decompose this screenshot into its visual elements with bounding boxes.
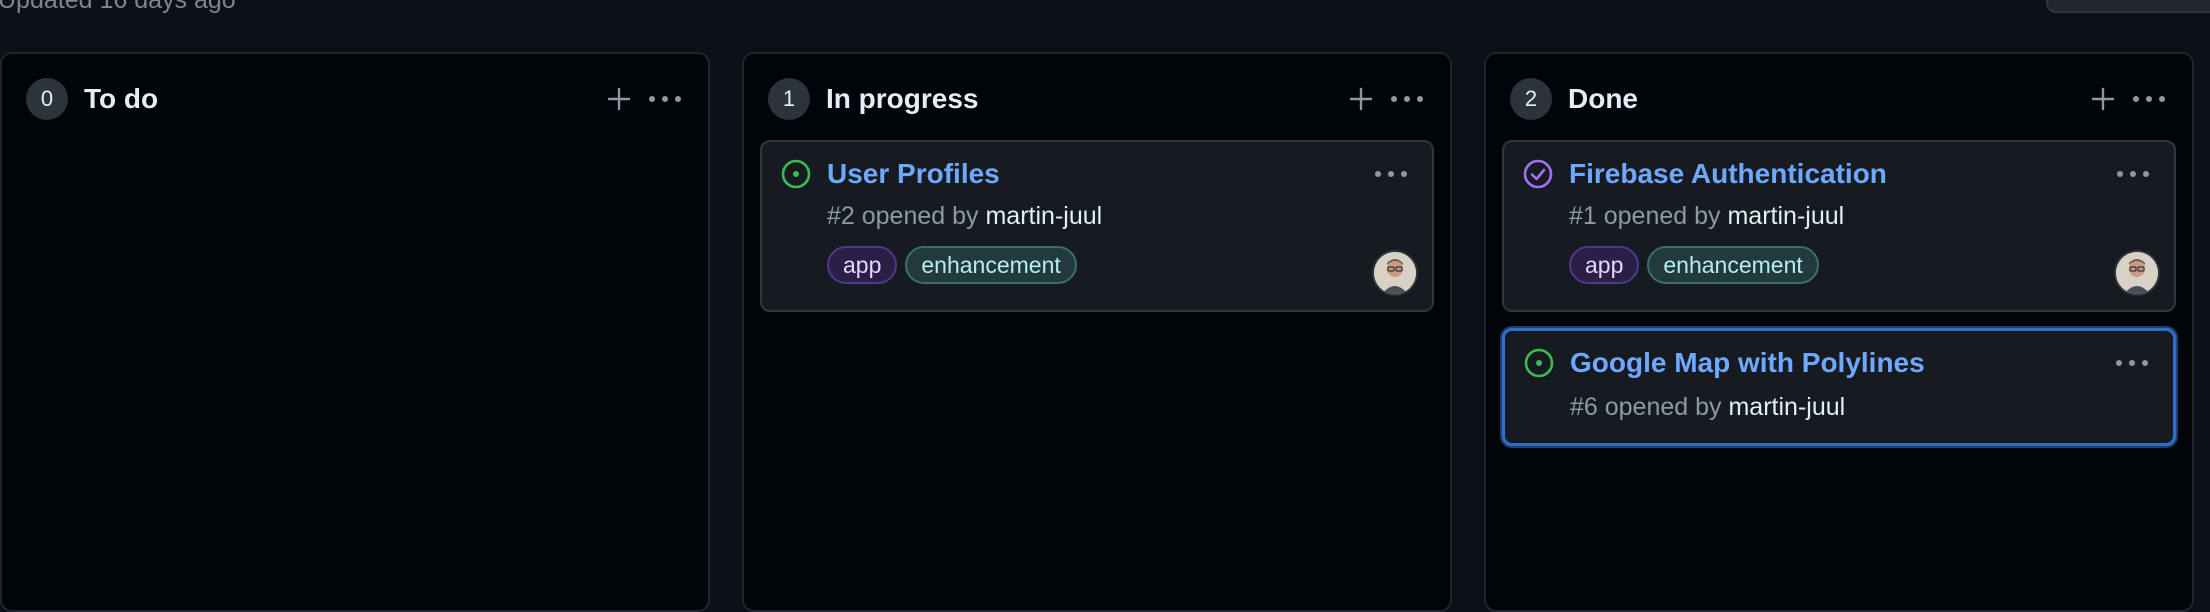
avatar-icon [1374, 252, 1416, 294]
column-title: To do [84, 83, 159, 114]
issue-title-link[interactable]: Google Map with Polylines [1570, 347, 1925, 379]
issue-closed-icon [1523, 159, 1553, 189]
column-done: 2 Done Firebase Authentication #1 opened… [1484, 52, 2194, 612]
avatar-icon [2116, 252, 2158, 294]
label-app[interactable]: app [1569, 246, 1640, 284]
issue-card-selected[interactable]: Google Map with Polylines #6 opened by m… [1502, 328, 2176, 446]
column-title: In progress [826, 83, 979, 114]
column-count-badge: 1 [768, 78, 810, 120]
kebab-horizontal-icon [1391, 96, 1423, 102]
add-item-button[interactable] [2080, 76, 2126, 122]
column-header: 2 Done [1510, 76, 2172, 122]
column-todo: 0 To do [0, 52, 710, 612]
issue-meta: #6 opened by martin-juul [1570, 393, 1845, 422]
issue-labels: app enhancement [827, 246, 1077, 284]
assignee-avatar[interactable] [2114, 250, 2160, 296]
column-count-badge: 0 [26, 78, 68, 120]
label-app[interactable]: app [827, 246, 898, 284]
column-in-progress: 1 In progress User Profiles #2 opened by… [742, 52, 1452, 612]
issue-author-link[interactable]: martin-juul [1728, 393, 1845, 421]
issue-card[interactable]: User Profiles #2 opened by martin-juul a… [760, 140, 1434, 312]
add-item-button[interactable] [596, 76, 642, 122]
top-right-button[interactable] [2046, 0, 2210, 13]
column-menu-button[interactable] [1384, 76, 1430, 122]
kebab-horizontal-icon [2117, 171, 2149, 177]
issue-meta-prefix: #1 opened by [1569, 202, 1728, 230]
plus-icon [1349, 87, 1373, 111]
issue-author-link[interactable]: martin-juul [985, 202, 1102, 230]
issue-card[interactable]: Firebase Authentication #1 opened by mar… [1502, 140, 2176, 312]
kebab-horizontal-icon [2116, 360, 2148, 366]
issue-meta: #1 opened by martin-juul [1569, 202, 1844, 231]
issue-title-link[interactable]: User Profiles [827, 158, 1000, 190]
issue-title-link[interactable]: Firebase Authentication [1569, 158, 1887, 190]
kebab-horizontal-icon [1375, 171, 1407, 177]
issue-meta-prefix: #6 opened by [1570, 393, 1729, 421]
plus-icon [607, 87, 631, 111]
column-header: 0 To do [26, 76, 688, 122]
label-enhancement[interactable]: enhancement [905, 246, 1077, 284]
issue-labels: app enhancement [1569, 246, 1819, 284]
card-menu-button[interactable] [2110, 156, 2156, 192]
kebab-horizontal-icon [649, 96, 681, 102]
assignee-avatar[interactable] [1372, 250, 1418, 296]
column-header: 1 In progress [768, 76, 1430, 122]
column-title: Done [1568, 83, 1638, 114]
column-count-badge: 2 [1510, 78, 1552, 120]
issue-meta-prefix: #2 opened by [827, 202, 986, 230]
card-menu-button[interactable] [1368, 156, 1414, 192]
column-menu-button[interactable] [2126, 76, 2172, 122]
card-menu-button[interactable] [2109, 345, 2155, 381]
issue-opened-icon [1524, 348, 1554, 378]
issue-meta: #2 opened by martin-juul [827, 202, 1102, 231]
updated-text: Updated 16 days ago [0, 0, 236, 14]
column-menu-button[interactable] [642, 76, 688, 122]
plus-icon [2091, 87, 2115, 111]
label-enhancement[interactable]: enhancement [1647, 246, 1819, 284]
add-item-button[interactable] [1338, 76, 1384, 122]
issue-author-link[interactable]: martin-juul [1727, 202, 1844, 230]
issue-opened-icon [781, 159, 811, 189]
kebab-horizontal-icon [2133, 96, 2165, 102]
